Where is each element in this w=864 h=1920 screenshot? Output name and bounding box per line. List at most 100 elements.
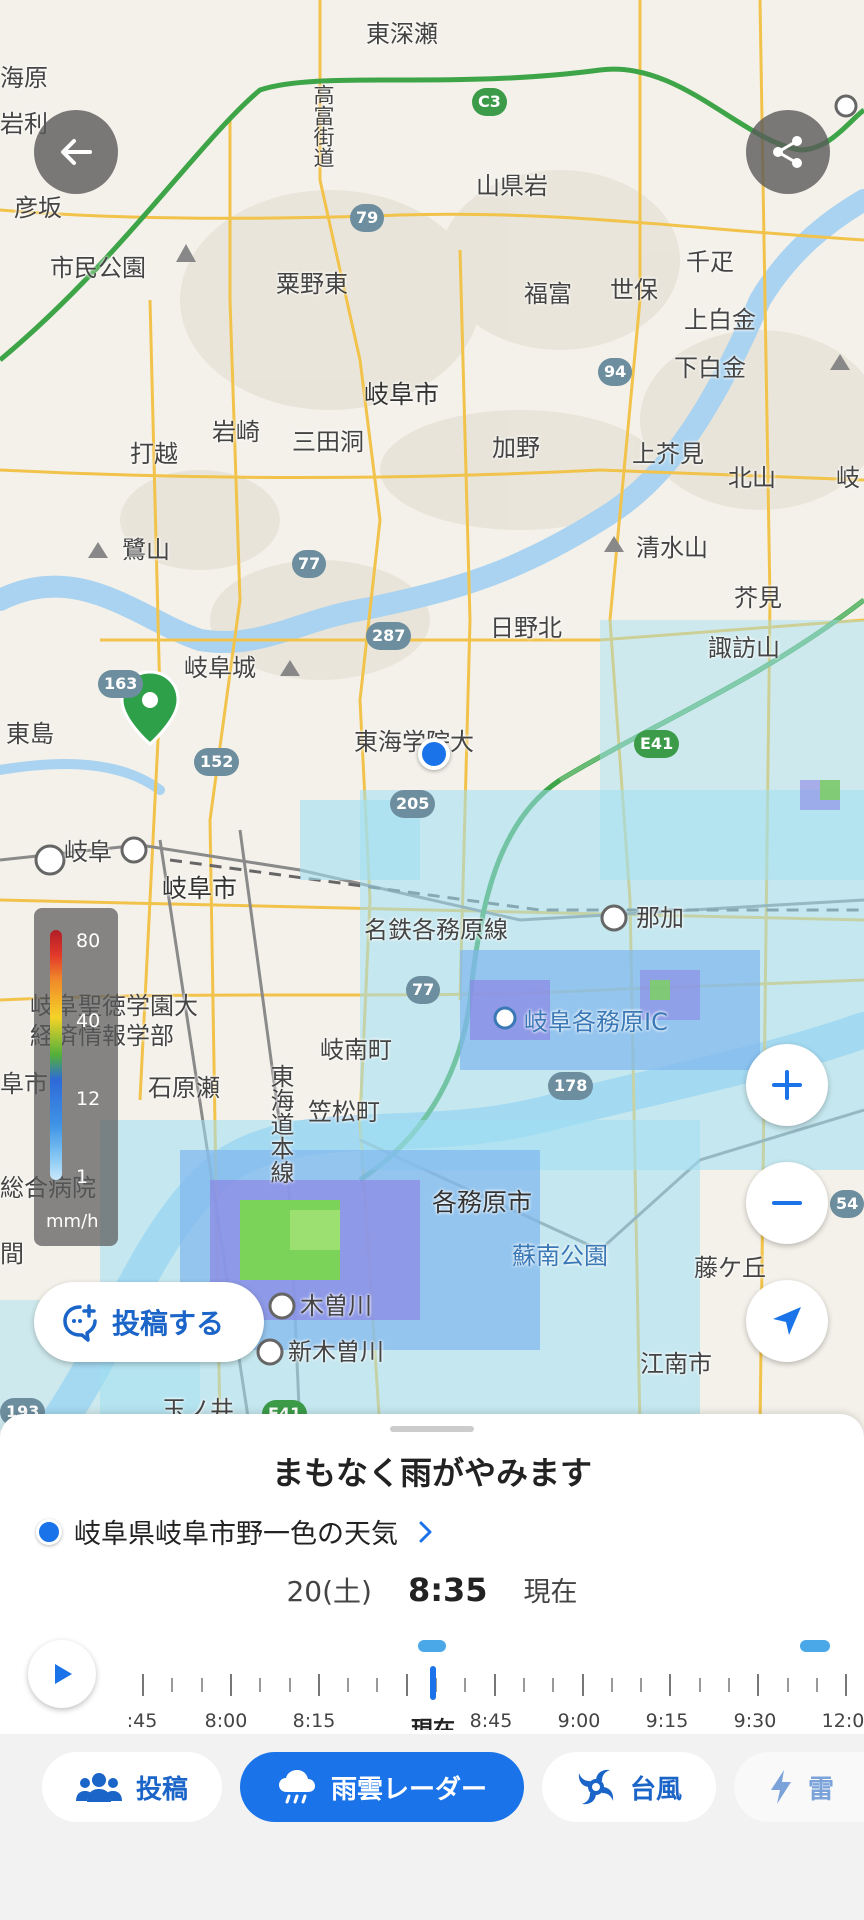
back-button[interactable] xyxy=(34,110,118,194)
map-label-shimizuyama: 清水山 xyxy=(636,534,708,562)
location-name: 岐阜県岐阜市野一色の天気 xyxy=(74,1519,398,1550)
timeline-tick xyxy=(347,1678,350,1692)
my-location-button[interactable] xyxy=(746,1280,828,1362)
minus-icon xyxy=(772,1201,802,1205)
route-shield-163: 163 xyxy=(98,670,144,698)
nav-tab-posts[interactable]: 投稿 xyxy=(42,1752,222,1822)
map-label-konan-city: 江南市 xyxy=(640,1350,712,1378)
map-label-shin-kisogawa: 新木曽川 xyxy=(288,1338,384,1366)
map-label-hino-kita: 日野北 xyxy=(490,614,562,642)
map-label-senbiki: 千疋 xyxy=(686,248,734,276)
rain-indicator-now xyxy=(418,1640,446,1652)
map-label-ma: 間 xyxy=(0,1240,24,1268)
timeline-tick xyxy=(815,1678,818,1692)
rain-radar-map[interactable]: 東深瀬 海原 岩利 彦坂 山県岩 市民公園 粟野東 福富 世保 千疋 上白金 下… xyxy=(0,0,864,1430)
timeline-tick xyxy=(845,1674,848,1696)
timeline-tick xyxy=(376,1678,379,1692)
nav-tab-typhoon-label: 台風 xyxy=(629,1774,682,1805)
plus-icon xyxy=(772,1070,802,1100)
time-label: 8:35 xyxy=(407,1571,488,1609)
route-shield-178: 178 xyxy=(548,1072,594,1100)
timeline-tick xyxy=(522,1678,525,1692)
map-label-shimin-koen: 市民公園 xyxy=(50,254,146,282)
typhoon-icon xyxy=(578,1769,614,1805)
timeline-tick xyxy=(171,1678,174,1692)
users-icon xyxy=(75,1773,122,1802)
forecast-sheet: まもなく雨がやみます 岐阜県岐阜市野一色の天気 20(土) 8:35 現在 :4… xyxy=(0,1414,864,1734)
nav-tab-thunder-label: 雷 xyxy=(808,1774,835,1805)
legend-label-80: 80 xyxy=(76,930,101,952)
map-label-akutami: 芥見 xyxy=(734,584,782,612)
map-label-takatomi-kaido: 高富街道 xyxy=(311,84,335,168)
timeline-label: :45 xyxy=(126,1710,158,1730)
map-label-kisogawa: 木曽川 xyxy=(300,1292,372,1320)
map-label-ishiharase: 石原瀬 xyxy=(148,1074,220,1102)
timeline-label: 9:30 xyxy=(733,1710,777,1730)
map-label-kasamatsu-cho: 笠松町 xyxy=(308,1098,380,1126)
time-slider-handle[interactable] xyxy=(430,1666,436,1700)
precipitation-legend: 80 40 12 1 mm/h xyxy=(34,908,118,1246)
map-label-mitahora: 三田洞 xyxy=(292,428,364,456)
nav-tab-rain-radar[interactable]: 雨雲レーダー xyxy=(240,1752,524,1822)
timeline-tick xyxy=(288,1678,291,1692)
map-label-gifu-city: 岐阜市 xyxy=(162,874,238,903)
legend-label-12: 12 xyxy=(76,1088,101,1110)
bottom-nav: 投稿 雨雲レーダー 台風 雷 xyxy=(0,1734,864,1920)
map-label-yamagata-iwa: 山県岩 xyxy=(476,172,548,200)
timeline-label: 9:15 xyxy=(645,1710,689,1730)
map-label-hikosaka: 彦坂 xyxy=(14,194,62,222)
timeline-tick xyxy=(610,1678,613,1692)
nav-tab-thunder[interactable]: 雷 xyxy=(734,1752,864,1822)
zoom-out-button[interactable] xyxy=(746,1162,828,1244)
post-report-button[interactable]: 投稿する xyxy=(34,1282,264,1362)
comment-add-icon xyxy=(63,1304,97,1342)
map-label-gifu-station: 岐阜 xyxy=(64,838,112,866)
legend-unit: mm/h xyxy=(46,1211,99,1232)
sheet-drag-handle[interactable] xyxy=(390,1426,474,1432)
map-label-kitayama: 北山 xyxy=(728,464,776,492)
map-label-gifu-kakamigahara-ic: 岐阜各務原IC xyxy=(524,1008,668,1036)
legend-color-scale xyxy=(50,930,62,1180)
route-shield-287: 287 xyxy=(366,622,412,650)
map-label-kano: 加野 xyxy=(492,434,540,462)
lightning-icon xyxy=(771,1770,791,1804)
map-label-kakamigahara-city: 各務原市 xyxy=(432,1188,533,1217)
time-slider[interactable]: :45 8:00 8:15 現在 8:45 9:00 9:15 9:30 12:… xyxy=(124,1610,864,1730)
play-animation-button[interactable] xyxy=(28,1640,96,1708)
timeline-tick xyxy=(552,1678,555,1692)
route-shield-205: 205 xyxy=(390,790,436,818)
map-label-higashijima: 東島 xyxy=(6,720,54,748)
timeline-label: 9:00 xyxy=(557,1710,601,1730)
map-label-kami-akutami: 上芥見 xyxy=(632,440,704,468)
map-label-gifu-city-north: 岐阜市 xyxy=(364,380,440,409)
navigation-arrow-icon xyxy=(773,1307,801,1335)
location-link[interactable]: 岐阜県岐阜市野一色の天気 xyxy=(36,1512,436,1551)
timeline-label: 8:00 xyxy=(204,1710,248,1730)
route-shield-79: 79 xyxy=(350,204,385,232)
zoom-in-button[interactable] xyxy=(746,1044,828,1126)
map-label-gifu-castle: 岐阜城 xyxy=(184,654,256,682)
route-shield-c3: C3 xyxy=(472,88,507,116)
nav-tab-rain-radar-label: 雨雲レーダー xyxy=(330,1774,487,1805)
timeline-tick xyxy=(640,1678,643,1692)
map-label-sagiyama: 鷺山 xyxy=(122,536,170,564)
timeline-label-current: 現在 xyxy=(411,1712,455,1730)
route-shield-54: 54 xyxy=(830,1190,864,1218)
legend-label-40: 40 xyxy=(76,1010,101,1032)
legend-label-1: 1 xyxy=(76,1166,89,1188)
route-shield-152: 152 xyxy=(194,748,240,776)
timeline-tick xyxy=(200,1678,203,1692)
map-label-shimoshirogane: 下白金 xyxy=(674,354,746,382)
route-shield-e41-north: E41 xyxy=(634,730,680,758)
share-button[interactable] xyxy=(746,110,830,194)
map-label-awano-higashi: 粟野東 xyxy=(276,270,348,298)
map-label-fujigaoka: 藤ケ丘 xyxy=(694,1254,766,1282)
timeline-tick xyxy=(259,1678,262,1692)
map-label-suwayama: 諏訪山 xyxy=(708,634,780,662)
map-label-tokaido-line: 東海道本線 xyxy=(266,1064,294,1184)
nav-tab-typhoon[interactable]: 台風 xyxy=(542,1752,716,1822)
play-icon xyxy=(55,1664,72,1684)
rain-indicator-later xyxy=(800,1640,830,1652)
timeline-label: 8:15 xyxy=(292,1710,336,1730)
timeline-tick xyxy=(405,1674,408,1696)
